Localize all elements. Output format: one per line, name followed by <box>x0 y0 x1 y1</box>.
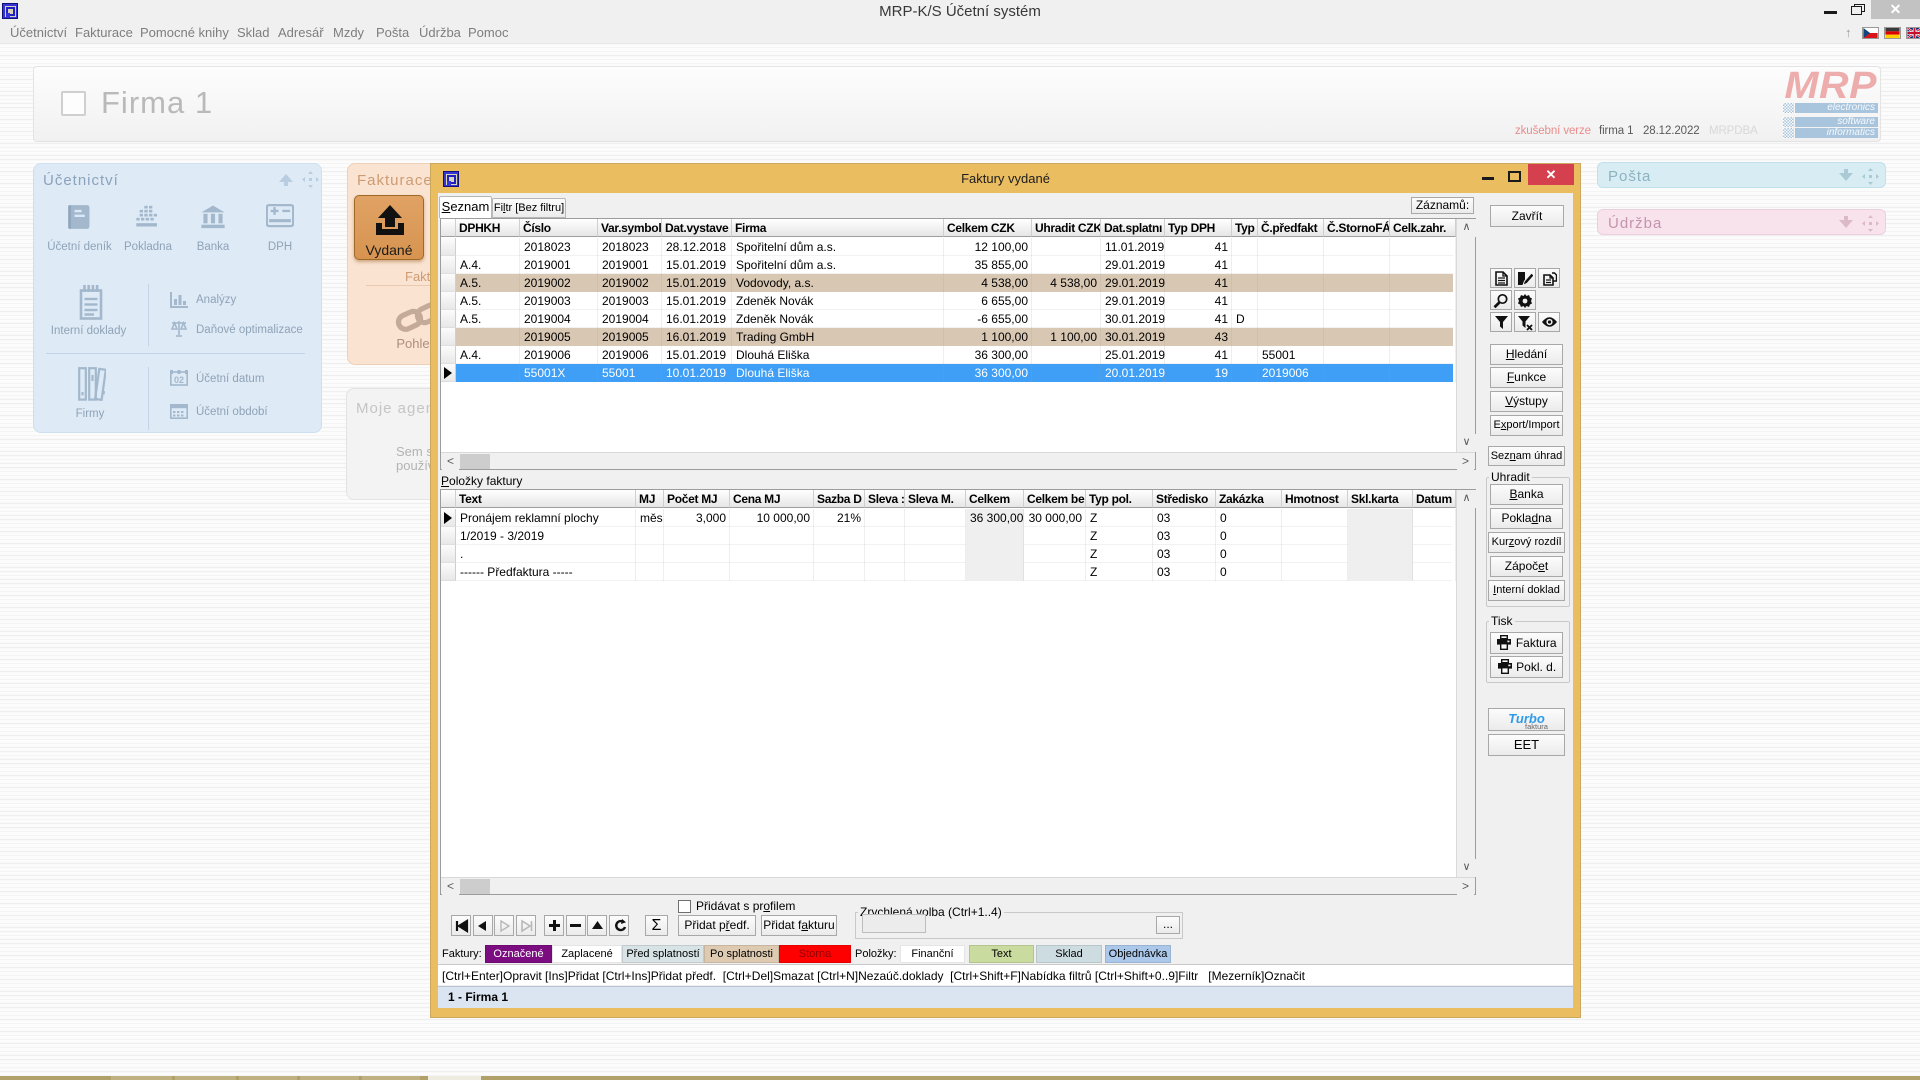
svg-text:02: 02 <box>174 375 184 385</box>
